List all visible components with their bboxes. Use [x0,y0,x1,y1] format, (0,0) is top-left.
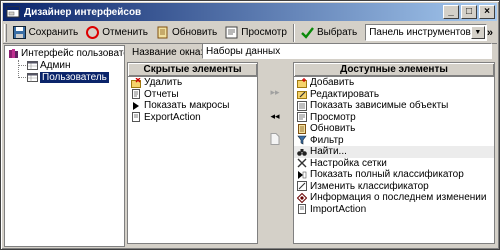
delete-folder-icon [131,77,141,88]
list-item[interactable]: Информация о последнем изменении [294,192,494,204]
toolbar: Сохранить Отменить Обновить Просмотр Выб… [3,22,497,44]
cancel-button[interactable]: Отменить [82,23,152,43]
hidden-elements-header[interactable]: Скрытые элементы [128,63,257,77]
app-window-icon [6,5,20,19]
list-item[interactable]: Найти... [294,146,494,158]
save-label: Сохранить [28,27,79,38]
toolbar-panel-select-value: Панель инструментов [369,27,471,38]
edit-folder-icon [297,89,307,100]
tree-item-label: Пользователь [40,71,109,83]
tree-item-label: Админ [40,59,71,71]
list-item[interactable]: Изменить классификатор [294,181,494,193]
toolbar-panel-select[interactable]: Панель инструментов ▼ [365,24,487,41]
grid-settings-icon [297,158,307,168]
play-arrow-icon [131,101,141,111]
new-page-icon [270,133,280,147]
checkmark-icon [301,26,314,39]
preview-label: Просмотр [241,27,287,38]
preview-button[interactable]: Просмотр [221,23,291,43]
list-item[interactable]: Просмотр [294,112,494,124]
tree-root-item[interactable]: Интерфейс пользователя [8,47,124,59]
list-item[interactable]: Показать зависимые объекты [294,100,494,112]
move-left-button[interactable]: ◂◂ [265,108,285,124]
maximize-button[interactable]: □ [461,5,477,19]
refresh-icon [297,123,307,134]
window-name-label: Название окна: [132,46,204,58]
filter-icon [297,135,307,145]
new-page-button[interactable] [265,132,285,148]
toolbar-overflow-icon[interactable]: » [487,27,493,39]
list-item[interactable]: Отчеты [128,89,257,101]
preview-icon [297,112,307,123]
refresh-label: Обновить [171,27,218,38]
reports-icon [131,89,141,100]
tree-item-admin[interactable]: Админ [27,59,71,71]
title-bar[interactable]: Дизайнер интерфейсов _ □ × [3,3,497,21]
list-item[interactable]: ImportAction [294,204,494,216]
refresh-button[interactable]: Обновить [152,23,221,43]
list-item[interactable]: Редактировать [294,89,494,101]
save-button[interactable]: Сохранить [9,23,83,43]
info-diamond-icon [296,192,308,203]
hidden-elements-list[interactable]: Скрытые элементы Удалить Отчеты Показать… [127,62,258,244]
available-elements-list[interactable]: Доступные элементы Добавить Редактироват… [293,62,495,244]
chevron-down-icon[interactable]: ▼ [470,26,485,39]
import-icon [297,204,307,215]
refresh-icon [156,26,169,39]
books-icon [8,48,19,59]
save-icon [12,26,26,39]
export-icon [131,112,141,123]
minimize-button[interactable]: _ [443,5,459,19]
available-elements-header[interactable]: Доступные элементы [294,63,494,77]
close-button[interactable]: × [479,5,495,19]
toolbar-grip[interactable] [4,23,7,42]
list-item[interactable]: Показать полный классификатор [294,169,494,181]
user-table-icon [27,60,38,71]
list-item[interactable]: Удалить [128,77,257,89]
list-item[interactable]: Обновить [294,123,494,135]
interface-tree: Интерфейс пользователя Админ Пользовател… [4,45,125,247]
list-item[interactable]: Фильтр [294,135,494,147]
toolbar-separator [292,23,295,42]
designer-window: Дизайнер интерфейсов _ □ × Сохранить Отм… [0,0,500,250]
cancel-label: Отменить [102,27,148,38]
list-item[interactable]: ExportAction [128,112,257,124]
move-right-button[interactable]: ▸▸ [265,84,285,100]
list-item[interactable]: Показать макросы [128,100,257,112]
dependencies-icon [297,100,307,111]
transfer-buttons: ▸▸ ◂◂ [258,62,292,244]
classifier-icon [297,170,307,180]
window-name-input[interactable]: Наборы данных [202,43,492,59]
preview-icon [225,26,238,39]
list-item[interactable]: Настройка сетки [294,158,494,170]
cancel-icon [86,26,100,39]
edit-classifier-icon [297,181,307,192]
user-table-icon [27,72,38,83]
tree-item-user[interactable]: Пользователь [27,71,109,83]
window-title: Дизайнер интерфейсов [24,6,142,18]
binoculars-icon [297,147,307,157]
tree-root-label: Интерфейс пользователя [21,47,124,59]
select-button[interactable]: Выбрать [297,23,361,43]
select-label: Выбрать [316,27,358,38]
list-item[interactable]: Добавить [294,77,494,89]
add-folder-icon [297,77,307,88]
